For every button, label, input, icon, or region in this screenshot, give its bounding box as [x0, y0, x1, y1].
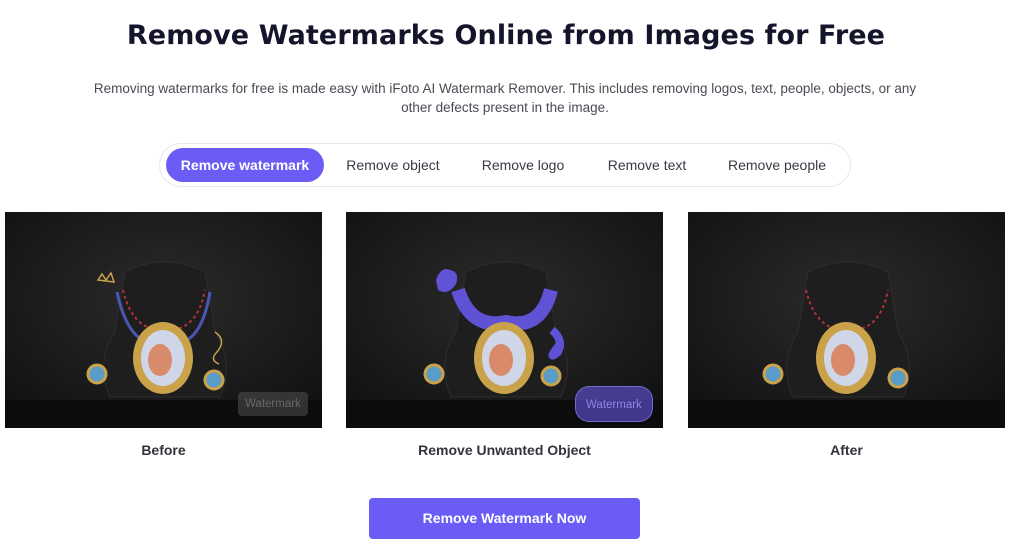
- tab-bar: Remove watermark Remove object Remove lo…: [159, 143, 851, 187]
- tab-remove-people[interactable]: Remove people: [716, 148, 838, 182]
- page-description: Removing watermarks for free is made eas…: [93, 81, 917, 115]
- object-image: Watermark: [346, 212, 663, 428]
- page-title: Remove Watermarks Online from Images for…: [126, 20, 886, 51]
- watermark-mask-badge: Watermark: [575, 386, 653, 422]
- tab-remove-logo[interactable]: Remove logo: [468, 148, 578, 182]
- tab-remove-object[interactable]: Remove object: [332, 148, 454, 182]
- caption-remove-object: Remove Unwanted Object: [418, 442, 591, 458]
- remove-watermark-now-button[interactable]: Remove Watermark Now: [369, 498, 640, 539]
- caption-after: After: [830, 442, 863, 458]
- necklace-photo-after: [688, 212, 1005, 428]
- caption-before: Before: [141, 442, 186, 458]
- watermark-badge: Watermark: [238, 392, 308, 416]
- after-image: [688, 212, 1005, 428]
- tab-remove-text[interactable]: Remove text: [592, 148, 702, 182]
- before-image: Watermark: [5, 212, 322, 428]
- tab-remove-watermark[interactable]: Remove watermark: [166, 148, 324, 182]
